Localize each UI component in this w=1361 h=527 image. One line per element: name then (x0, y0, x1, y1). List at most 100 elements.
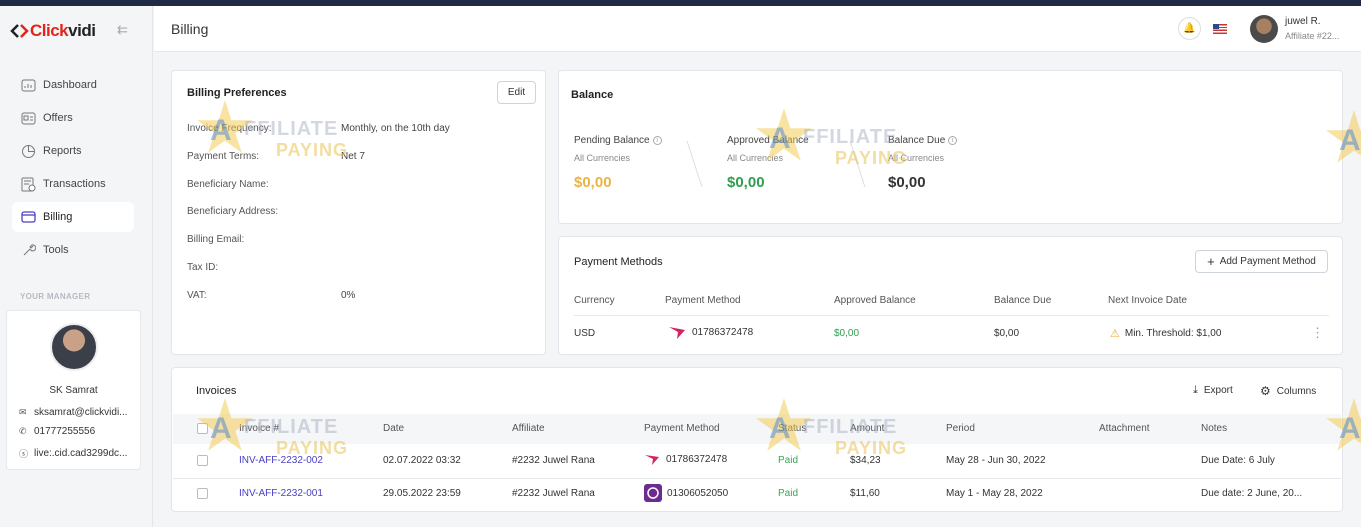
pm-due: $0,00 (994, 328, 1020, 339)
invoice-affiliate: #2232 Juwel Rana (512, 455, 595, 466)
billing-preferences-card: Billing Preferences Edit Invoice Frequen… (171, 70, 546, 355)
manager-name: SK Samrat (49, 385, 98, 396)
plus-icon: + (1207, 254, 1215, 269)
sidebar: Clickvidi ⇇ Dashboard Offers Reports Tra… (0, 6, 153, 527)
column-header[interactable]: Status (778, 423, 806, 434)
sidebar-item-transactions[interactable]: Transactions (12, 169, 134, 199)
manager-phone-row[interactable]: ✆ 01777255556 (19, 426, 139, 437)
column-header[interactable]: Notes (1201, 423, 1227, 434)
export-label: Export (1203, 385, 1233, 396)
page-title: Billing (171, 21, 209, 37)
balance-due-label: Balance Due i (888, 135, 958, 146)
pref-label: Beneficiary Address: (187, 206, 279, 217)
manager-skype-row[interactable]: ⓢ live:.cid.cad3299dc... (19, 447, 139, 460)
pending-balance-label-text: Pending Balance (574, 135, 650, 146)
column-header[interactable]: Invoice # (239, 423, 279, 434)
column-header[interactable]: Attachment (1099, 423, 1150, 434)
divider-chevron (836, 141, 866, 187)
skype-icon: ⓢ (19, 449, 29, 459)
bkash-icon (669, 327, 685, 339)
approved-balance-sub: All Currencies (727, 153, 784, 163)
manager-phone: 01777255556 (34, 426, 96, 437)
pending-balance-sub: All Currencies (574, 153, 631, 163)
edit-preferences-button[interactable]: Edit (497, 81, 536, 104)
transactions-icon (20, 176, 36, 192)
user-avatar[interactable] (1250, 15, 1278, 43)
invoice-method-number: 01786372478 (666, 453, 728, 465)
payment-methods-title: Payment Methods (574, 256, 663, 268)
reports-icon (20, 143, 36, 159)
manager-email-row[interactable]: ✉ sksamrat@clickvidi... (19, 407, 139, 418)
sidebar-item-billing[interactable]: Billing (12, 202, 134, 232)
invoices-card: Invoices ⤓ Export ⚙ Columns Invoice # Date… (171, 367, 1343, 512)
logo-text-red: Click (30, 21, 69, 40)
pref-label: Invoice Frequency: (187, 123, 272, 134)
bkash-icon (645, 455, 659, 465)
column-header[interactable]: Amount (850, 423, 884, 434)
sidebar-item-label: Billing (43, 211, 73, 223)
invoice-notes: Due Date: 6 July (1201, 455, 1275, 466)
column-header: Balance Due (994, 295, 1052, 306)
info-icon[interactable]: i (948, 135, 958, 145)
columns-button[interactable]: ⚙ Columns (1260, 384, 1316, 398)
sidebar-item-label: Tools (43, 244, 69, 256)
column-header[interactable]: Date (383, 423, 404, 434)
divider-chevron (673, 141, 703, 187)
invoice-affiliate: #2232 Juwel Rana (512, 488, 595, 499)
clickvidi-logo[interactable]: Clickvidi (10, 20, 96, 42)
pm-method: 01786372478 (668, 324, 753, 340)
pref-label: VAT: (187, 290, 207, 301)
invoice-link[interactable]: INV-AFF-2232-001 (239, 488, 323, 499)
user-name[interactable]: juwel R. (1285, 16, 1321, 27)
divider (173, 478, 1341, 479)
select-all-checkbox[interactable] (197, 423, 208, 434)
sidebar-item-label: Offers (43, 112, 73, 124)
us-flag-icon[interactable] (1213, 24, 1227, 34)
invoice-method-number: 01306052050 (667, 487, 729, 499)
invoice-notes: Due date: 2 June, 20... (1201, 488, 1303, 499)
add-payment-method-label: Add Payment Method (1219, 256, 1316, 267)
billing-preferences-title: Billing Preferences (187, 87, 287, 99)
balance-due-value: $0,00 (888, 174, 926, 191)
sidebar-nav: Dashboard Offers Reports Transactions Bi… (12, 70, 134, 268)
gear-icon: ⚙ (1260, 384, 1271, 398)
pref-label: Payment Terms: (187, 151, 260, 162)
mail-icon: ✉ (19, 407, 27, 417)
pref-label: Beneficiary Name: (187, 179, 269, 190)
sidebar-item-reports[interactable]: Reports (12, 136, 134, 166)
sidebar-item-tools[interactable]: Tools (12, 235, 134, 265)
column-header[interactable]: Affiliate (512, 423, 545, 434)
sidebar-item-label: Dashboard (43, 79, 97, 91)
collapse-sidebar-icon[interactable]: ⇇ (117, 22, 128, 38)
user-affiliate-id: Affiliate #22... (1285, 31, 1340, 41)
more-options-icon[interactable]: ⋮ (1311, 325, 1324, 341)
column-header[interactable]: Period (946, 423, 975, 434)
sidebar-item-dashboard[interactable]: Dashboard (12, 70, 134, 100)
pm-currency: USD (574, 328, 596, 339)
invoice-link[interactable]: INV-AFF-2232-002 (239, 455, 323, 466)
info-icon[interactable]: i (652, 135, 662, 145)
column-header: Currency (574, 295, 615, 306)
pref-label: Tax ID: (187, 262, 219, 273)
balance-title: Balance (571, 89, 614, 101)
notifications-bell-icon[interactable]: 🔔 (1178, 17, 1201, 40)
columns-label: Columns (1276, 385, 1317, 397)
billing-icon (20, 209, 36, 225)
sidebar-item-offers[interactable]: Offers (12, 103, 134, 133)
export-button[interactable]: ⤓ Export (1193, 384, 1233, 397)
invoice-period: May 1 - May 28, 2022 (946, 488, 1043, 499)
pref-value: Monthly, on the 10th day (341, 123, 450, 134)
header: Billing 🔔 juwel R. Affiliate #22... (154, 6, 1361, 52)
add-payment-method-button[interactable]: + Add Payment Method (1195, 250, 1328, 273)
warning-icon: ⚠ (1110, 328, 1120, 340)
nagad-icon (644, 484, 662, 502)
approved-balance-label: Approved Balance (727, 135, 809, 146)
row-checkbox[interactable] (197, 455, 208, 466)
column-header[interactable]: Payment Method (644, 423, 720, 434)
offers-icon (20, 110, 36, 126)
invoice-amount: $11,60 (850, 488, 880, 499)
row-checkbox[interactable] (197, 488, 208, 499)
invoices-title: Invoices (196, 385, 237, 397)
sidebar-item-label: Transactions (43, 178, 106, 190)
manager-email: sksamrat@clickvidi... (34, 407, 128, 418)
